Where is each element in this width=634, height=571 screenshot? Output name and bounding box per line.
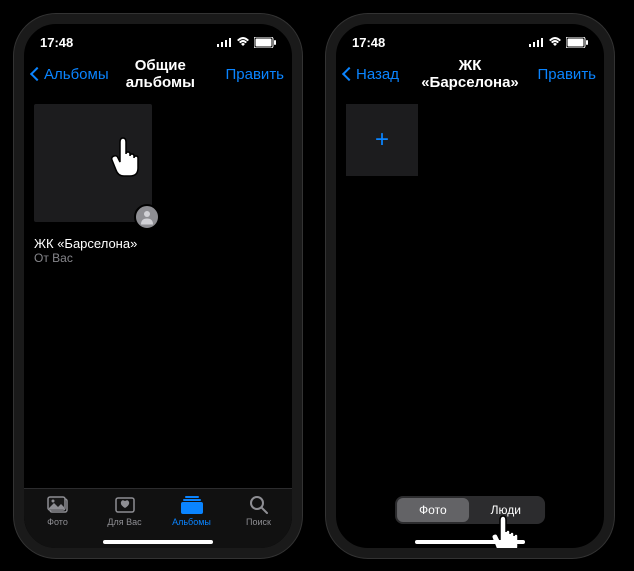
plus-icon: + [375,126,389,154]
tab-albums[interactable]: Альбомы [162,495,222,527]
wifi-icon [236,37,250,47]
home-indicator[interactable] [415,540,525,544]
notch [405,24,535,46]
status-time: 17:48 [352,35,385,50]
edit-label: Править [226,66,285,83]
status-right [217,37,276,48]
segment-people[interactable]: Люди [469,498,543,522]
person-icon [138,208,156,226]
album-title: ЖК «Барселона» [34,236,284,251]
status-time: 17:48 [40,35,73,50]
tab-bar: Фото Для Вас Альбомы Поиск [24,488,292,548]
phone-right: 17:48 Назад ЖК «Барселона» Править + [326,14,614,558]
notch [93,24,223,46]
album-subtitle: От Вас [34,251,284,265]
wifi-icon [548,37,562,47]
phone-left: 17:48 Альбомы Общие альбомы Править [14,14,302,558]
back-button[interactable]: Назад [344,66,416,83]
content-area: + [336,94,604,548]
battery-icon [566,37,588,48]
edit-button[interactable]: Править [524,66,596,83]
segment-photo[interactable]: Фото [397,498,469,522]
tab-label: Фото [47,517,68,527]
for-you-icon [113,495,137,515]
home-indicator[interactable] [103,540,213,544]
nav-bar: Альбомы Общие альбомы Править [24,54,292,94]
tab-label: Поиск [246,517,271,527]
nav-bar: Назад ЖК «Барселона» Править [336,54,604,94]
add-photo-button[interactable]: + [346,104,418,176]
chevron-left-icon [342,67,356,81]
nav-title: ЖК «Барселона» [416,57,524,91]
content-area: ЖК «Барселона» От Вас [24,94,292,548]
tab-photos[interactable]: Фото [28,495,88,527]
edit-label: Править [538,66,597,83]
back-button[interactable]: Альбомы [32,66,109,83]
owner-avatar [134,204,160,230]
back-label: Назад [356,66,399,83]
photos-icon [46,495,70,515]
back-label: Альбомы [44,66,109,83]
nav-title: Общие альбомы [109,57,212,91]
status-right [529,37,588,48]
album-thumbnail[interactable] [34,104,152,222]
battery-icon [254,37,276,48]
tab-label: Для Вас [107,517,141,527]
segmented-control: Фото Люди [395,496,545,524]
chevron-left-icon [30,67,44,81]
tab-label: Альбомы [172,517,211,527]
albums-icon [180,495,204,515]
edit-button[interactable]: Править [212,66,284,83]
tab-for-you[interactable]: Для Вас [95,495,155,527]
tab-search[interactable]: Поиск [229,495,289,527]
search-icon [247,495,271,515]
